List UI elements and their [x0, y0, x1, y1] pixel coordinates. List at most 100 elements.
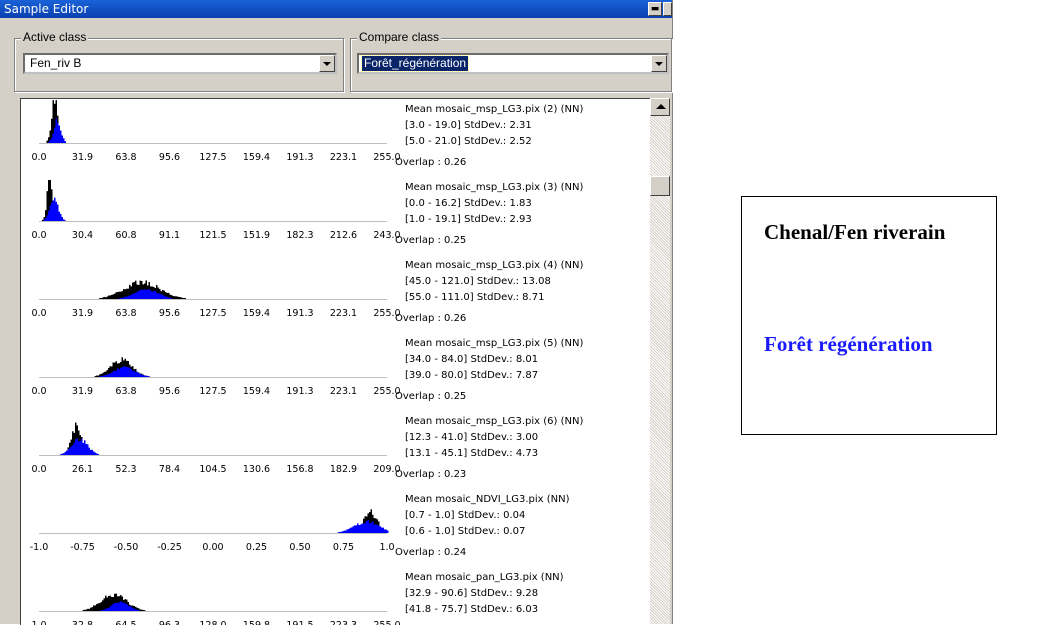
compare-histogram-bar [58, 211, 60, 221]
legend-active-class: Chenal/Fen riverain [764, 220, 946, 244]
active-histogram-bar [85, 609, 87, 611]
histogram-list[interactable]: 0.0 31.9 63.8 95.6 127.5 159.4 191.3 223.1 255.0… [20, 98, 651, 625]
active-histogram-bar [96, 375, 98, 377]
compare-histogram-bar [103, 609, 105, 611]
histogram-title: Mean mosaic_msp_LG3.pix (4) (NN) [405, 260, 583, 271]
active-class-stats: [45.0 - 121.0] StdDev.: 13.08 [405, 276, 551, 287]
compare-histogram-bar [55, 118, 57, 143]
histogram-6: -1.0 -0.75 -0.50 -0.25 0.00 0.25 0.50 0.75 1.0 Me… [30, 494, 570, 558]
compare-histogram-bar [349, 527, 351, 533]
compare-histogram-bar [126, 296, 128, 299]
active-histogram-bar [183, 297, 185, 299]
compare-histogram-bar [132, 293, 134, 299]
active-histogram-bar [103, 598, 105, 611]
compare-histogram-bar [114, 370, 116, 377]
compare-histogram-bar [342, 531, 344, 533]
compare-histogram-bar [139, 290, 141, 299]
compare-histogram-bar [144, 375, 146, 377]
compare-histogram-bar [360, 524, 362, 533]
x-tick-label: 1.0 [379, 542, 394, 553]
compare-histogram-bar [382, 527, 384, 533]
active-class-select[interactable]: Fen_riv B [23, 53, 337, 74]
window-title: Sample Editor [4, 2, 89, 16]
compare-histogram-bar [72, 445, 74, 455]
minimize-button[interactable]: ▬ [648, 2, 662, 16]
x-tick-label: 1.0 [31, 620, 46, 625]
maximize-button[interactable] [663, 2, 672, 16]
active-histogram-bar [93, 605, 95, 611]
histogram-title: Mean mosaic_msp_LG3.pix (2) (NN) [405, 104, 583, 115]
x-tick-label: -0.25 [157, 542, 182, 553]
compare-histogram-bar [57, 123, 59, 143]
compare-histogram-bar [58, 125, 60, 143]
compare-histogram-bar [135, 293, 137, 299]
compare-histogram-bar [93, 451, 95, 455]
overlap-value: Overlap : 0.26 [395, 157, 466, 168]
compare-class-stats: [5.0 - 21.0] StdDev.: 2.52 [405, 136, 532, 147]
compare-histogram-bar [79, 441, 81, 455]
x-tick-label: -1.0 [30, 542, 49, 553]
histogram-title: Mean mosaic_pan_LG3.pix (NN) [405, 572, 564, 583]
compare-histogram-bar [354, 525, 356, 533]
compare-histogram-bar [100, 376, 102, 377]
compare-histogram-bar [171, 298, 173, 299]
compare-histogram-bar [348, 529, 350, 533]
compare-histogram-bar [381, 527, 383, 533]
histogram-title: Mean mosaic_msp_LG3.pix (6) (NN) [405, 416, 583, 427]
compare-histogram-bar [49, 205, 51, 221]
overlap-value: Overlap : 0.25 [395, 391, 466, 402]
active-histogram-bar [97, 375, 99, 377]
histogram-5: 0.0 26.1 52.3 78.4 104.5 130.6 156.8 182.9 209.0… [31, 416, 583, 480]
compare-histogram-bar [124, 366, 126, 377]
histogram-4: 0.0 31.9 63.8 95.6 127.5 159.4 191.3 223.1 255.0… [31, 338, 583, 402]
active-histogram-bar [139, 609, 141, 611]
overlap-value: Overlap : 0.25 [395, 235, 466, 246]
active-histogram-bar [102, 297, 104, 299]
compare-histogram-bar [105, 374, 107, 377]
scroll-up-button[interactable] [650, 98, 670, 116]
compare-histogram-bar [133, 608, 135, 611]
active-histogram-bar [114, 293, 116, 299]
compare-histogram-bar [166, 296, 168, 299]
compare-histogram-bar [78, 441, 80, 455]
compare-histogram-bar [343, 530, 345, 533]
histogram-1: 0.0 31.9 63.8 95.6 127.5 159.4 191.3 223.1 255.0… [31, 100, 583, 168]
compare-histogram-bar [162, 295, 164, 299]
active-histogram-bar [184, 298, 186, 299]
compare-class-group: Compare class Forêt_régénération [350, 29, 672, 92]
x-tick-label: 0.0 [31, 386, 46, 397]
compare-histogram-bar [135, 609, 137, 611]
active-class-dropdown-button[interactable] [319, 55, 335, 72]
compare-histogram-bar [63, 138, 65, 143]
compare-histogram-bar [91, 449, 93, 455]
compare-histogram-bar [123, 297, 125, 299]
compare-histogram-bar [120, 367, 122, 377]
compare-class-stats: [1.0 - 19.1] StdDev.: 2.93 [405, 214, 532, 225]
x-tick-label: 63.8 [115, 386, 136, 397]
x-tick-label: 91.1 [159, 230, 180, 241]
compare-class-label: Compare class [357, 29, 442, 45]
compare-class-stats: [41.8 - 75.7] StdDev.: 6.03 [405, 604, 538, 615]
compare-histogram-bar [144, 289, 146, 299]
x-tick-label: 63.8 [115, 308, 136, 319]
compare-histogram-bar [103, 375, 105, 377]
x-tick-label: 127.5 [199, 308, 226, 319]
scroll-thumb[interactable] [650, 176, 670, 196]
x-tick-label: 127.5 [199, 386, 226, 397]
compare-histogram-bar [138, 290, 140, 299]
compare-histogram-bar [60, 130, 62, 143]
vertical-scrollbar[interactable] [650, 98, 670, 624]
compare-histogram-bar [87, 444, 89, 455]
compare-histogram-bar [109, 606, 111, 611]
compare-class-select[interactable]: Forêt_régénération [357, 53, 669, 74]
compare-class-dropdown-button[interactable] [651, 55, 667, 72]
active-histogram-bar [111, 294, 113, 299]
compare-histogram-bar [99, 376, 101, 377]
compare-histogram-bar [60, 454, 62, 455]
x-tick-label: 95.6 [159, 386, 180, 397]
compare-histogram-bar [142, 289, 144, 299]
compare-histogram-bar [136, 371, 138, 377]
compare-histogram-bar [355, 525, 357, 533]
compare-histogram-bar [45, 218, 47, 221]
compare-histogram-bar [346, 529, 348, 533]
